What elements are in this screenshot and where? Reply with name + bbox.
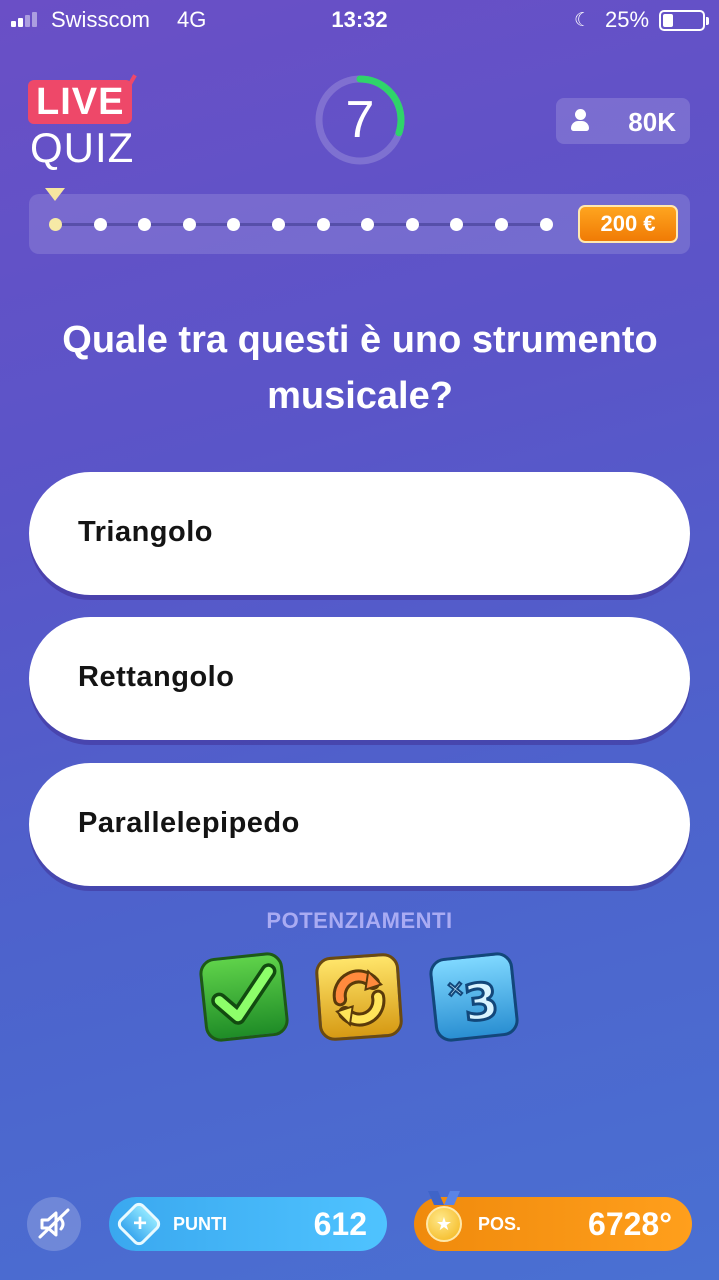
medal-ribbon-icon xyxy=(428,1191,460,1205)
medal-icon: ★ xyxy=(426,1206,462,1242)
progress-step-dot xyxy=(316,218,330,231)
points-display: + PUNTI 612 xyxy=(109,1197,387,1251)
live-quiz-logo: LIVE QUIZ xyxy=(28,63,148,171)
progress-step-dot xyxy=(405,218,419,231)
timer-seconds: 7 xyxy=(345,91,375,149)
times-three-powerup-button[interactable]: × 3 xyxy=(427,950,521,1044)
progress-step-dot xyxy=(495,218,508,231)
progress-step-dot xyxy=(450,218,464,231)
answer-option-1[interactable]: Triangolo xyxy=(29,472,690,595)
progress-step-dot xyxy=(539,218,553,231)
user-icon xyxy=(571,109,589,133)
progress-step-dot xyxy=(272,218,285,231)
countdown-timer: 7 xyxy=(312,72,408,168)
answer-label: Rettangolo xyxy=(78,661,235,693)
powerups-title: POTENZIAMENTI xyxy=(266,908,453,933)
star-icon: ★ xyxy=(435,1214,453,1234)
mute-button[interactable] xyxy=(27,1197,81,1251)
position-label: POS. xyxy=(478,1214,522,1234)
answer-label: Parallelepipedo xyxy=(78,807,300,839)
times-three-powerup-icon: × 3 xyxy=(444,970,503,1034)
svg-text:3: 3 xyxy=(461,972,502,1033)
check-powerup-button[interactable] xyxy=(197,950,291,1044)
progress-step-dot xyxy=(227,218,241,231)
points-value: 612 xyxy=(313,1206,367,1242)
progress-step-dot xyxy=(49,218,62,231)
logo-live-text: LIVE xyxy=(28,80,133,124)
check-powerup-icon xyxy=(211,963,277,1025)
swap-powerup-icon xyxy=(332,969,386,1027)
battery-percentage: 25% xyxy=(605,7,650,32)
question-text: Quale tra questi è uno strumento musical… xyxy=(62,319,658,417)
current-step-marker-icon xyxy=(45,188,65,201)
battery-icon xyxy=(659,10,709,31)
swap-powerup-button[interactable] xyxy=(314,952,404,1042)
players-count: 80K xyxy=(628,107,676,137)
status-bar: Swisscom 4G 13:32 ☾ 25% xyxy=(0,0,719,40)
players-counter: 80K xyxy=(556,98,690,144)
position-value: 6728° xyxy=(588,1206,672,1242)
answer-option-3[interactable]: Parallelepipedo xyxy=(29,763,690,886)
progress-step-dot xyxy=(182,218,196,231)
progress-track xyxy=(56,223,546,226)
speaker-muted-icon xyxy=(38,1208,70,1239)
points-label: PUNTI xyxy=(173,1214,227,1234)
plus-icon: + xyxy=(132,1210,147,1237)
logo-quiz-text: QUIZ xyxy=(30,124,135,171)
position-display: ★ POS. 6728° xyxy=(414,1191,692,1251)
question-progress: 200 € xyxy=(29,188,690,254)
answer-option-2[interactable]: Rettangolo xyxy=(29,617,690,740)
progress-step-dot xyxy=(138,218,152,231)
progress-step-dot xyxy=(93,218,107,231)
progress-step-dot xyxy=(361,218,375,231)
do-not-disturb-icon: ☾ xyxy=(574,10,592,31)
answer-label: Triangolo xyxy=(78,516,213,548)
prize-badge: 200 € xyxy=(578,205,678,243)
